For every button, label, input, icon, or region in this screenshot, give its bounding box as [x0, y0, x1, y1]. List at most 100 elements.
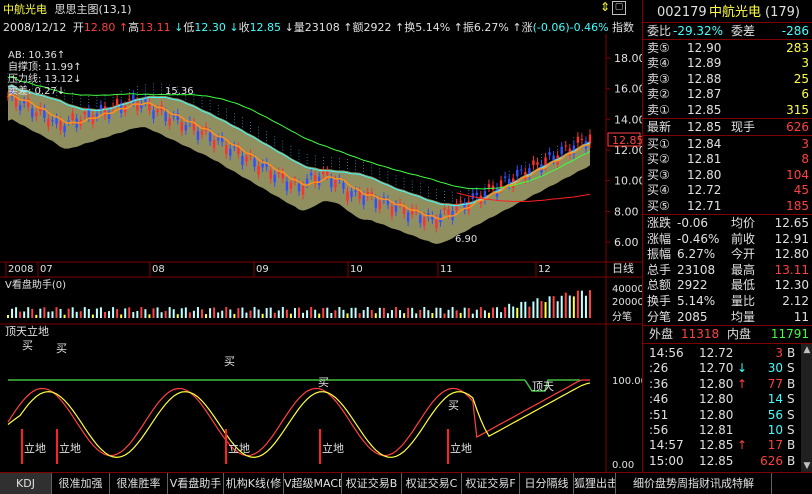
candle-body	[576, 136, 580, 143]
tick-side: S	[787, 392, 795, 407]
sell-volume: 3	[801, 56, 809, 71]
tick-scrollbar[interactable]: ▲ ▼	[801, 344, 812, 472]
volume-bar	[354, 307, 357, 318]
volume-bar	[532, 301, 535, 318]
stat-value: -0.06	[677, 216, 709, 230]
candle-body	[419, 215, 422, 224]
sell-price: 12.88	[687, 71, 722, 86]
candle-body	[536, 162, 539, 165]
stat-value: 2085	[677, 309, 708, 324]
volume-bar	[140, 307, 143, 318]
volume-bar	[334, 310, 337, 318]
order-ratio-row: 委比 -29.32% 委差 -286	[647, 24, 809, 38]
volume-bar	[318, 313, 321, 318]
candle-body	[55, 118, 58, 124]
stat-label: 换手	[647, 294, 672, 308]
sell-level-label: 卖③	[647, 71, 670, 86]
candle-body	[301, 185, 305, 195]
lock-icon[interactable]: ⇕	[600, 1, 612, 13]
volume-bar	[415, 313, 418, 318]
buy-level-label: 买④	[647, 183, 670, 198]
current-hand: 626	[786, 120, 809, 134]
tab-9[interactable]: 日分隔线	[520, 473, 574, 494]
expand-icon[interactable]: ▢	[612, 1, 626, 15]
candle-body	[402, 207, 406, 215]
chart-svg[interactable]: 18.0016.0014.0012.0010.008.006.00 12.85 …	[0, 34, 642, 472]
buy-volume: 3	[801, 137, 809, 151]
candle-body	[322, 171, 325, 175]
volume-bar	[576, 290, 579, 318]
tab-6[interactable]: 权证交易B	[342, 473, 402, 494]
arrow-down-icon: ↓	[229, 21, 239, 34]
tab-2[interactable]: 很准胜率	[110, 473, 168, 494]
volume-bar	[306, 310, 309, 318]
volume-bar	[326, 307, 329, 318]
volume-bar	[172, 309, 175, 318]
volume-bar	[362, 310, 365, 318]
candle-body	[580, 138, 584, 140]
volume-bar	[148, 314, 151, 318]
tab-8[interactable]: 权证交易F	[462, 473, 520, 494]
candle-body	[289, 182, 293, 189]
candle-body	[297, 184, 301, 192]
candle-body	[334, 179, 337, 188]
tab-11[interactable]: 细价盘势周指财讯成特解	[616, 473, 772, 494]
volume-bar	[589, 290, 591, 318]
sell-order-row: 卖⑤ 12.90 283	[647, 41, 809, 56]
date-label: 2008/12/12	[3, 21, 67, 34]
month-lines	[5, 262, 537, 277]
tab-7[interactable]: 权证交易C	[402, 473, 462, 494]
tab-5[interactable]: V超级MACD	[284, 473, 342, 494]
tick-side: S	[787, 423, 795, 437]
volume-bar	[471, 313, 474, 318]
volume-bar	[572, 296, 575, 318]
candle-body	[47, 118, 50, 127]
month-label: 08	[152, 264, 165, 275]
volume-bar	[265, 308, 268, 318]
stat-row: 分笔 2085 均量 11	[647, 310, 809, 325]
tab-4[interactable]: 机构K线(修	[224, 473, 284, 494]
sell-price: 12.85	[687, 102, 722, 117]
volume-bar	[71, 307, 74, 318]
sell-level-label: 卖⑤	[647, 41, 670, 55]
scroll-up-icon[interactable]: ▲	[801, 344, 812, 356]
candle-body	[196, 131, 200, 140]
sell-volume: 315	[786, 102, 809, 117]
tick-side: S	[787, 361, 795, 376]
volume-bar	[47, 311, 50, 318]
candle-body	[305, 178, 309, 184]
chart-area[interactable]: 中航光电 思思主图(13,1) ⇕ ▢ 2008/12/12 开12.80 ↑高…	[0, 0, 642, 472]
candle-body	[83, 112, 86, 115]
volume-bar	[217, 312, 220, 318]
volume-bar	[584, 295, 587, 318]
tab-10[interactable]: 狐狸出击	[574, 473, 616, 494]
buy-price: 12.80	[687, 167, 722, 182]
stat-label: 振幅	[647, 247, 672, 262]
tick-price: 12.85	[699, 438, 734, 453]
stat-value: 2.12	[782, 294, 809, 308]
tick-arrow-icon: ↑	[737, 376, 748, 391]
tab-3[interactable]: V看盘助手	[168, 473, 224, 494]
volume-bar	[536, 298, 539, 318]
candle-body	[229, 148, 232, 156]
candle-body	[273, 174, 276, 183]
volume-bar	[314, 309, 317, 318]
stat-value: 11	[793, 309, 809, 324]
volume-bar	[459, 312, 462, 318]
candle-body	[532, 160, 535, 166]
period-label[interactable]: 日线	[612, 261, 634, 275]
price-tick-label: 6.00	[614, 236, 639, 249]
sell-level-label: 卖①	[647, 102, 670, 117]
tab-0[interactable]: KDJ	[0, 473, 52, 494]
candle-body	[233, 146, 236, 148]
scroll-down-icon[interactable]: ▼	[801, 460, 812, 472]
tab-1[interactable]: 很准加强	[52, 473, 110, 494]
volume-bar	[423, 307, 426, 318]
tick-price: 12.72	[699, 346, 734, 360]
legend-ab: AB: 10.36	[8, 50, 57, 61]
volume-bar	[253, 307, 256, 318]
stat-value: 12.80	[774, 247, 809, 262]
tick-row: :36 12.80 ↑ 77 B	[647, 377, 809, 392]
candle-body	[467, 201, 470, 211]
sell-order-row: 卖③ 12.88 25	[647, 72, 809, 87]
